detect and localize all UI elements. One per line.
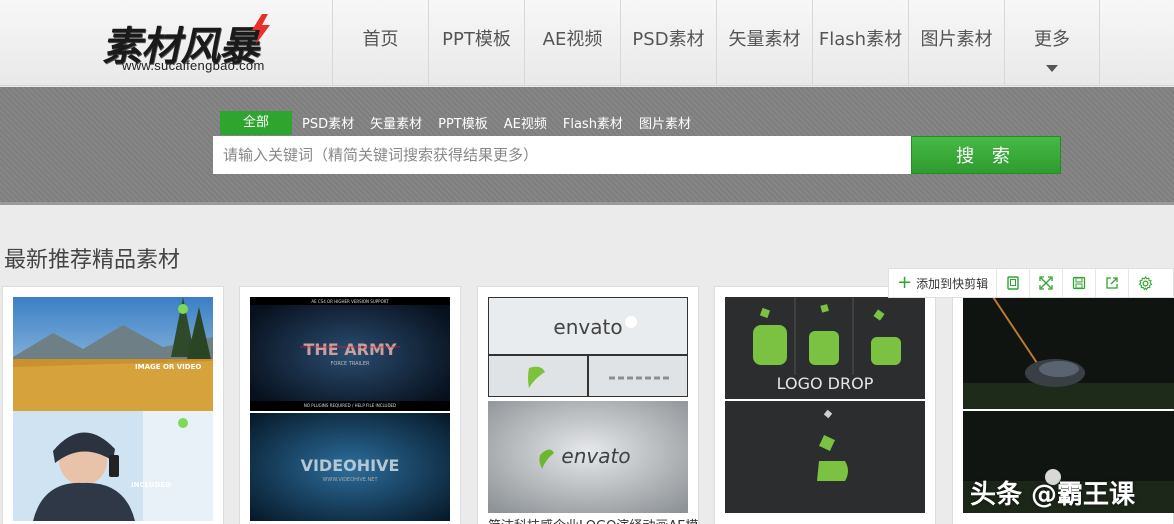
nav-label: 矢量素材 xyxy=(728,29,801,50)
plus-icon: + xyxy=(897,272,913,293)
thumb-text: VIDEOHIVE xyxy=(301,456,400,475)
material-card-3[interactable]: envato envato 简洁科技感企业LOGO演绎动画AE模 xyxy=(477,286,699,524)
card-thumbnail[interactable]: INCLUDED xyxy=(13,411,213,521)
search-tab[interactable]: AE视频 xyxy=(496,113,555,135)
nav-more[interactable]: 更多 xyxy=(1004,0,1100,86)
material-card-2[interactable]: AE CS4 OR HIGHER VERSION SUPPORT THE ARM… xyxy=(239,286,461,524)
nav-flash[interactable]: Flash素材 xyxy=(812,0,908,86)
search-tab[interactable]: PSD素材 xyxy=(294,113,362,135)
expand-icon[interactable] xyxy=(1030,269,1064,297)
material-card-1[interactable]: IMAGE OR VIDEO INCLUDED xyxy=(2,286,224,524)
search-tab[interactable]: 全部 xyxy=(220,111,292,135)
search-tab[interactable]: Flash素材 xyxy=(555,113,631,135)
site-header: 素材风暴 www.sucaifengbao.com 首页 PPT模板 AE视频 PSD… xyxy=(0,0,1174,86)
chevron-down-icon xyxy=(1046,65,1058,72)
nav-label: AE视频 xyxy=(542,29,603,50)
card-thumbnail[interactable] xyxy=(588,355,688,397)
lightning-icon xyxy=(252,14,270,44)
nav-label: 首页 xyxy=(362,29,399,50)
thumb-text: envato xyxy=(561,444,630,468)
search-tab[interactable]: 矢量素材 xyxy=(362,113,430,135)
thumb-text: IMAGE OR VIDEO xyxy=(135,363,201,371)
card-thumbnail[interactable] xyxy=(963,297,1174,409)
search-category-tabs: 全部 PSD素材 矢量素材 PPT模板 AE视频 Flash素材 图片素材 xyxy=(220,111,699,135)
nav-label: 更多 xyxy=(1034,29,1070,50)
add-to-quick-edit-label: 添加到快剪辑 xyxy=(916,276,989,291)
card-thumbnail[interactable]: AE CS4 OR HIGHER VERSION SUPPORT THE ARM… xyxy=(250,297,450,411)
nav-label: PPT模板 xyxy=(442,29,511,50)
search-band: 全部PSD素材矢量素材PPT模板AE视频Flash素材图片素材 搜 索 xyxy=(0,87,1174,205)
logo-url: www.sucaifengbao.com xyxy=(122,58,265,73)
nav-image[interactable]: 图片素材 xyxy=(908,0,1004,86)
nav-home[interactable]: 首页 xyxy=(332,0,428,86)
nav-vector[interactable]: 矢量素材 xyxy=(716,0,812,86)
card-thumbnail[interactable]: envato xyxy=(488,297,688,355)
main-nav: 首页 PPT模板 AE视频 PSD素材 矢量素材 Flash素材 图片素材 更多 xyxy=(332,0,1100,86)
share-icon[interactable] xyxy=(1096,269,1130,297)
search-input[interactable] xyxy=(213,136,911,174)
copy-icon[interactable] xyxy=(997,269,1031,297)
thumb-text: FORCE TRAILER xyxy=(331,361,370,367)
nav-label: Flash素材 xyxy=(818,29,903,50)
watermark: 头条 @霸王课 xyxy=(970,480,1136,510)
nav-ppt[interactable]: PPT模板 xyxy=(428,0,524,86)
material-card-4[interactable]: LOGO DROP xyxy=(714,286,936,524)
card-thumbnail[interactable]: envato xyxy=(488,401,688,513)
add-to-quick-edit-button[interactable]: + 添加到快剪辑 xyxy=(889,269,998,297)
thumb-text: WWW.VIDEOHIVE.NET xyxy=(322,477,378,483)
card-thumbnail[interactable] xyxy=(488,355,588,397)
search-tab[interactable]: PPT模板 xyxy=(430,113,496,135)
card-thumbnail[interactable]: LOGO DROP xyxy=(725,297,925,399)
site-logo[interactable]: 素材风暴 www.sucaifengbao.com xyxy=(98,12,298,76)
card-thumbnail[interactable]: VIDEOHIVE WWW.VIDEOHIVE.NET xyxy=(250,413,450,521)
search-tab[interactable]: 图片素材 xyxy=(631,113,699,135)
thumb-text: NO PLUGINS REQUIRED / HELP FILE INCLUDED xyxy=(304,403,396,408)
nav-ae[interactable]: AE视频 xyxy=(524,0,620,86)
thumb-text: AE CS4 OR HIGHER VERSION SUPPORT xyxy=(311,299,389,304)
thumb-text: envato xyxy=(553,315,622,339)
thumb-text: INCLUDED xyxy=(131,481,171,489)
quick-edit-toolbar: + 添加到快剪辑 xyxy=(888,268,1174,298)
card-thumbnail[interactable]: IMAGE OR VIDEO xyxy=(13,297,213,411)
section-title: 最新推荐精品素材 xyxy=(4,248,181,273)
gear-icon[interactable] xyxy=(1129,269,1162,297)
card-thumbnail[interactable] xyxy=(725,401,925,513)
nav-label: PSD素材 xyxy=(632,29,705,50)
nav-psd[interactable]: PSD素材 xyxy=(620,0,716,86)
save-icon[interactable] xyxy=(1063,269,1097,297)
thumb-text: LOGO DROP xyxy=(777,374,874,393)
search-button[interactable]: 搜 索 xyxy=(911,136,1061,174)
nav-label: 图片素材 xyxy=(920,29,993,50)
card-caption[interactable]: 简洁科技感企业LOGO演绎动画AE模 xyxy=(488,515,698,524)
thumb-text: THE ARMY xyxy=(303,340,396,359)
